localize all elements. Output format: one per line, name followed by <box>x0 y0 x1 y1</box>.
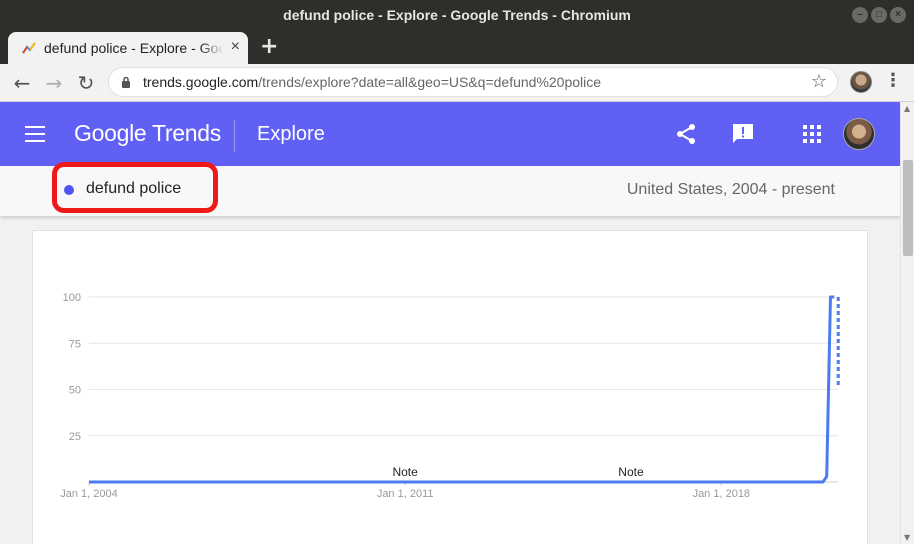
chart-note-annotation: Note <box>392 465 418 479</box>
window-titlebar: defund police - Explore - Google Trends … <box>0 0 914 30</box>
feedback-icon[interactable] <box>731 122 755 146</box>
bookmark-star-icon[interactable]: ☆ <box>811 71 827 92</box>
interest-over-time-card: 100 75 50 25 Jan 1, 2004 Jan 1, 2011 Jan 1, 20… <box>32 230 868 544</box>
browser-menu-icon[interactable]: ⋮ <box>884 70 902 91</box>
region-date-range[interactable]: United States, 2004 - present <box>627 181 835 199</box>
x-tick-label: Jan 1, 2018 <box>693 488 751 500</box>
url-host: trends.google.com <box>143 74 259 90</box>
account-avatar[interactable] <box>843 118 875 150</box>
scroll-down-icon[interactable]: ▼ <box>904 533 910 542</box>
google-trends-logo[interactable]: Google Trends <box>74 120 221 147</box>
maximize-icon[interactable]: □ <box>871 7 887 23</box>
y-tick-label: 75 <box>69 338 81 350</box>
apps-icon[interactable] <box>800 122 824 146</box>
url-text: trends.google.com/trends/explore?date=al… <box>143 74 601 90</box>
term-highlight-annotation <box>52 162 218 213</box>
y-tick-label: 100 <box>63 292 81 304</box>
tab-title: defund police - Explore - Google Trends <box>44 40 224 56</box>
close-window-icon[interactable]: × <box>890 7 906 23</box>
address-bar[interactable]: trends.google.com/trends/explore?date=al… <box>108 67 838 97</box>
reload-icon[interactable]: ↻ <box>73 70 99 96</box>
page-title: Explore <box>257 123 325 145</box>
y-tick-label: 25 <box>69 431 81 443</box>
menu-icon[interactable] <box>25 126 45 142</box>
share-icon[interactable] <box>674 122 698 146</box>
browser-toolbar: ← → ↻ trends.google.com/trends/explore?d… <box>0 64 914 102</box>
interest-over-time-chart[interactable]: 100 75 50 25 Jan 1, 2004 Jan 1, 2011 Jan 1, 20… <box>33 231 869 544</box>
tab-close-icon[interactable]: × <box>231 38 240 56</box>
trends-favicon-icon <box>22 42 36 54</box>
window-title: defund police - Explore - Google Trends … <box>283 7 631 23</box>
x-tick-label: Jan 1, 2011 <box>377 488 434 500</box>
header-divider <box>234 120 235 152</box>
forward-icon[interactable]: → <box>41 70 67 96</box>
new-tab-icon[interactable]: + <box>260 34 278 59</box>
page-content: Google Trends Explore defund police Unit… <box>0 102 900 544</box>
x-tick-label: Jan 1, 2004 <box>60 488 118 500</box>
profile-avatar[interactable] <box>850 71 872 93</box>
lock-icon <box>122 76 130 88</box>
page-scrollbar[interactable]: ▲ ▼ <box>900 102 914 544</box>
y-tick-label: 50 <box>69 385 81 397</box>
browser-tab[interactable]: defund police - Explore - Google Trends … <box>8 32 248 64</box>
scroll-up-icon[interactable]: ▲ <box>904 104 910 113</box>
scrollbar-thumb[interactable] <box>903 160 913 256</box>
chart-note-annotation: Note <box>618 465 644 479</box>
back-icon[interactable]: ← <box>9 70 35 96</box>
minimize-icon[interactable]: – <box>852 7 868 23</box>
url-path: /trends/explore?date=all&geo=US&q=defund… <box>258 74 602 90</box>
trends-header: Google Trends Explore <box>0 102 900 166</box>
tab-strip: defund police - Explore - Google Trends … <box>0 30 914 64</box>
